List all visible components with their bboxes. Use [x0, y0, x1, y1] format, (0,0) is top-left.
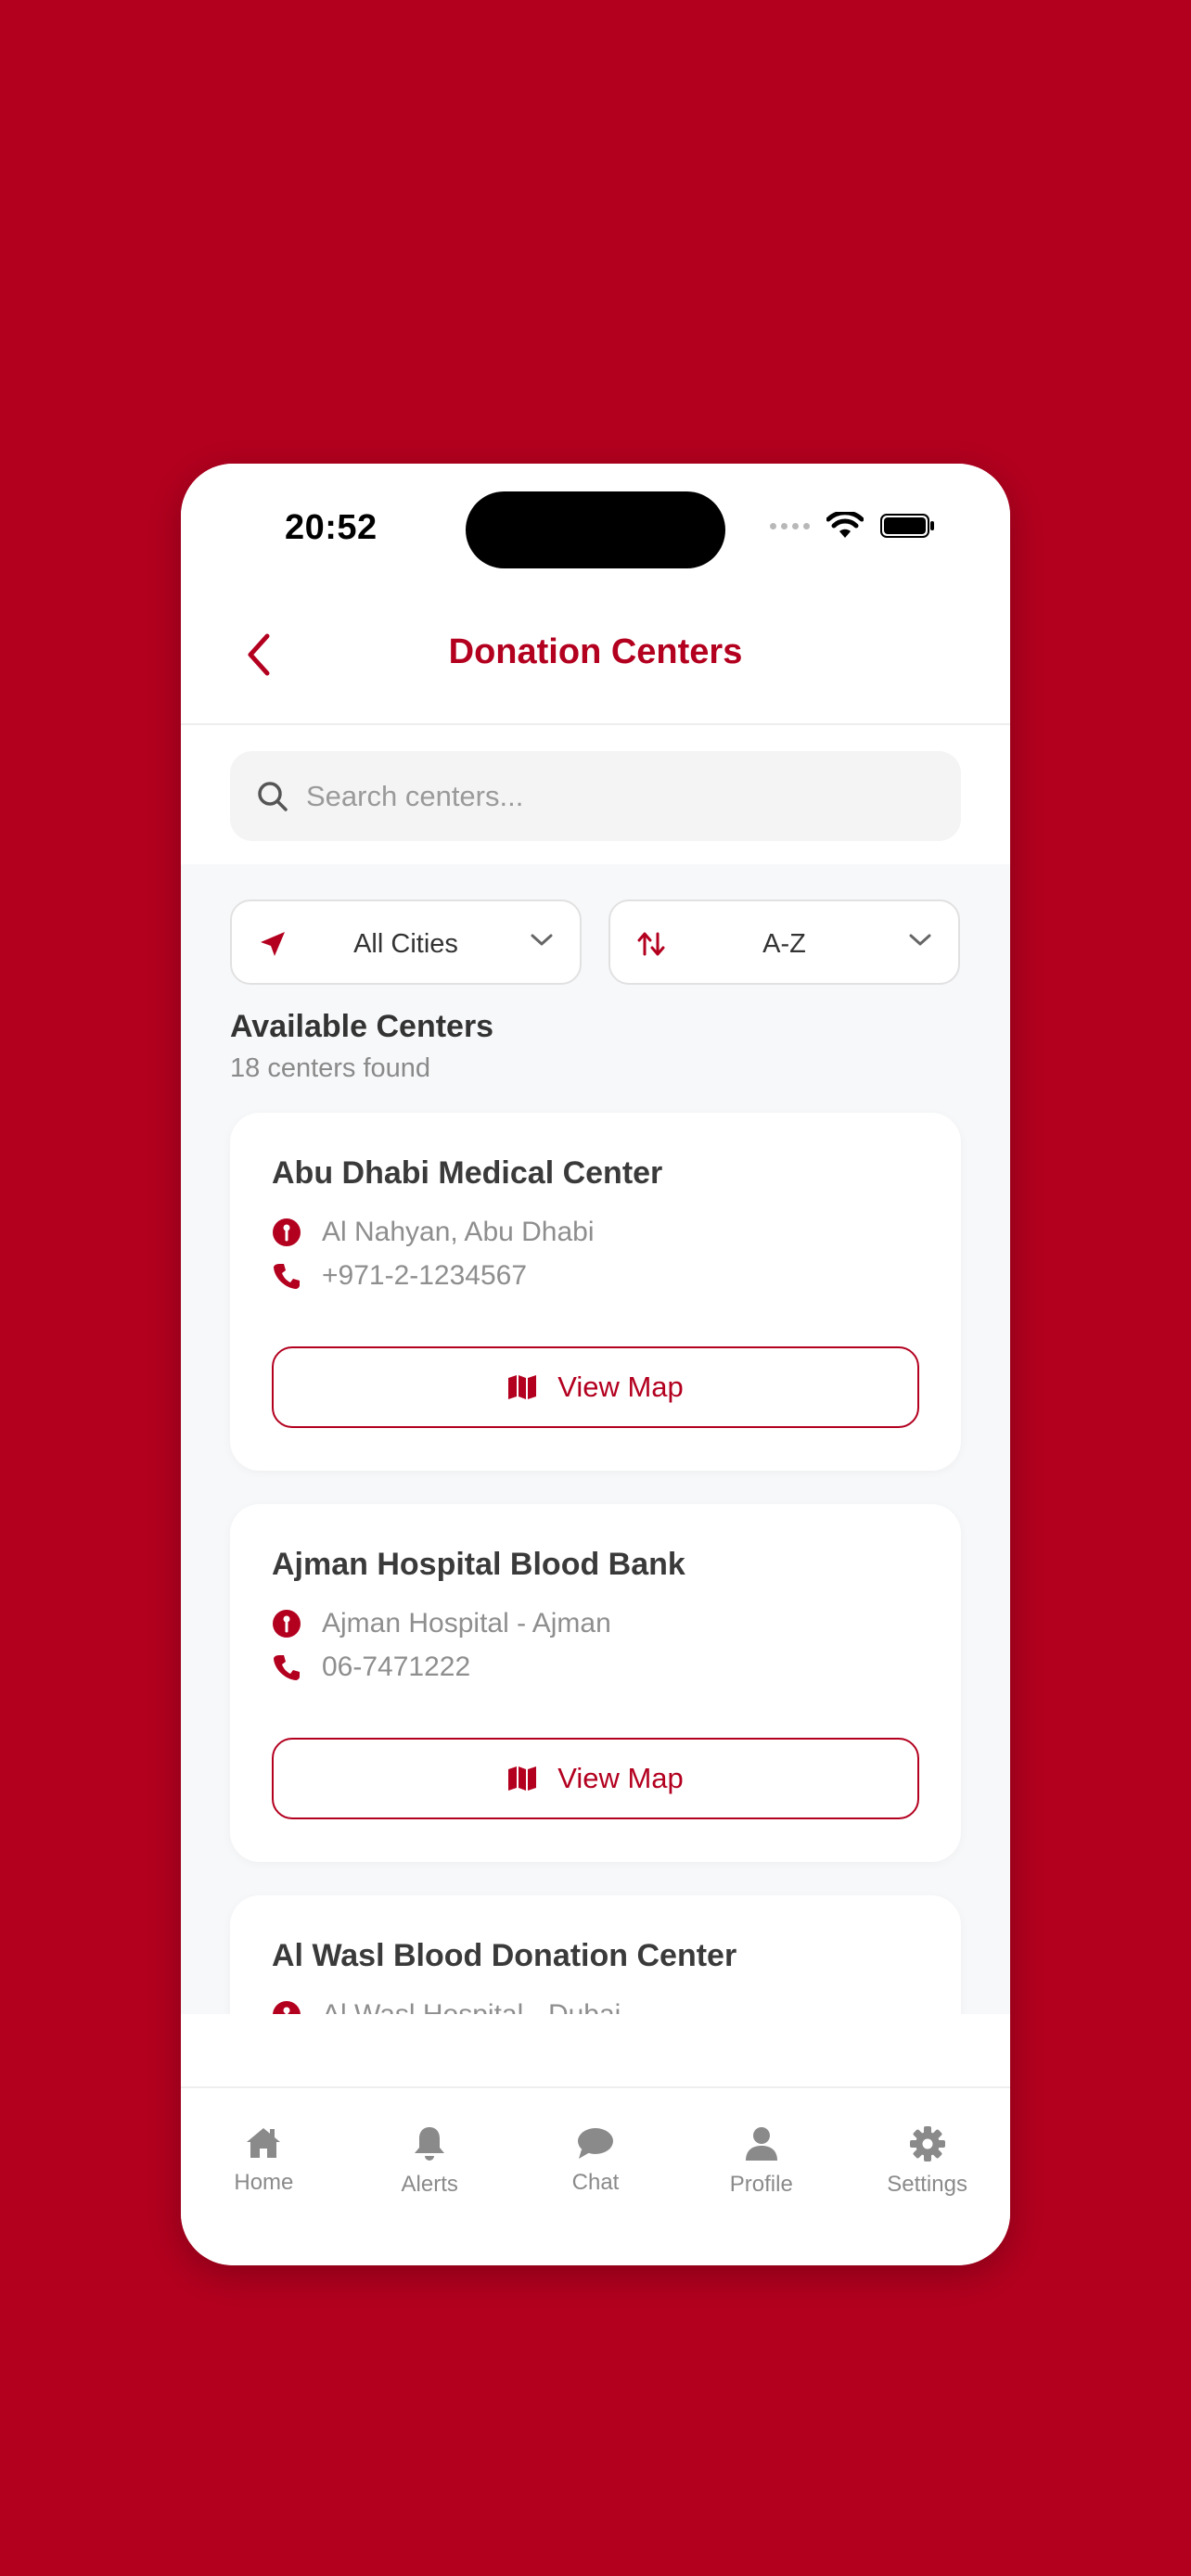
tab-settings-label: Settings [887, 2172, 967, 2197]
map-pin-icon [273, 1610, 301, 1638]
gear-icon [909, 2126, 945, 2162]
home-icon [247, 2128, 281, 2158]
app-header: Donation Centers [181, 588, 1010, 725]
bell-icon [415, 2127, 445, 2161]
center-card: Ajman Hospital Blood Bank Ajman Hospital… [230, 1504, 961, 1862]
chevron-down-icon [531, 934, 553, 946]
search-icon [258, 781, 288, 811]
tab-profile-label: Profile [729, 2172, 793, 2197]
center-name: Al Wasl Blood Donation Center [272, 1938, 737, 1973]
cellular-signal-icon [770, 522, 810, 529]
content-bottom-spacer [181, 2014, 1010, 2086]
page-title: Donation Centers [448, 632, 743, 671]
search-section [181, 725, 1010, 864]
center-card: Al Wasl Blood Donation Center Al Wasl Ho… [230, 1895, 961, 2014]
center-address-row: Ajman Hospital - Ajman [272, 1608, 611, 1639]
city-filter-label: All Cities [353, 929, 458, 959]
center-phone: +971-2-1234567 [322, 1260, 528, 1291]
tab-home[interactable]: Home [181, 2088, 347, 2265]
center-phone-row: +971-2-1234567 [272, 1260, 527, 1292]
center-phone-row: 06-7471222 [272, 1651, 470, 1683]
center-card: Abu Dhabi Medical Center Al Nahyan, Abu … [230, 1113, 961, 1471]
map-pin-icon [273, 2001, 301, 2014]
tab-chat[interactable]: Chat [513, 2088, 679, 2265]
chevron-down-icon [909, 934, 931, 946]
map-pin-icon [273, 1218, 301, 1246]
center-address: Ajman Hospital - Ajman [322, 1608, 611, 1639]
phone-icon [274, 1655, 300, 1680]
view-map-button[interactable]: View Map [272, 1738, 919, 1819]
dynamic-island [466, 491, 725, 568]
center-name: Abu Dhabi Medical Center [272, 1155, 663, 1191]
user-icon [745, 2127, 777, 2161]
city-filter-dropdown[interactable]: All Cities [230, 899, 582, 985]
battery-icon [880, 514, 934, 538]
center-address-row: Al Wasl Hospital - Dubai [272, 1999, 621, 2014]
phone-icon [274, 1264, 300, 1289]
tab-chat-label: Chat [571, 2170, 620, 2195]
tab-alerts[interactable]: Alerts [347, 2088, 513, 2265]
status-time: 20:52 [285, 508, 378, 547]
sort-label: A-Z [762, 929, 806, 959]
center-name: Ajman Hospital Blood Bank [272, 1547, 685, 1582]
sort-dropdown[interactable]: A-Z [608, 899, 960, 985]
bottom-tab-bar: Home Alerts Chat Profile Settings [181, 2086, 1010, 2265]
view-map-label: View Map [557, 1762, 684, 1794]
view-map-label: View Map [557, 1371, 684, 1403]
view-map-button[interactable]: View Map [272, 1346, 919, 1428]
tab-profile[interactable]: Profile [678, 2088, 844, 2265]
chat-icon [577, 2128, 613, 2159]
phone-screen: 20:52 Donation Centers Search centers...… [181, 464, 1010, 2265]
results-count: 18 centers found [230, 1053, 431, 1083]
center-address: Al Nahyan, Abu Dhabi [322, 1217, 595, 1247]
center-address: Al Wasl Hospital - Dubai [322, 1999, 621, 2014]
wifi-icon [826, 512, 864, 538]
tab-settings[interactable]: Settings [844, 2088, 1010, 2265]
tab-home-label: Home [234, 2170, 294, 2195]
search-box[interactable] [230, 751, 961, 841]
status-icons [770, 512, 936, 540]
map-icon [508, 1766, 537, 1791]
search-input[interactable] [306, 779, 937, 813]
center-phone: 06-7471222 [322, 1651, 471, 1682]
map-icon [508, 1375, 537, 1399]
center-address-row: Al Nahyan, Abu Dhabi [272, 1217, 595, 1248]
tab-alerts-label: Alerts [401, 2172, 458, 2197]
content-area: All Cities A-Z Available Centers 18 cent… [181, 864, 1010, 2014]
status-bar: 20:52 [181, 464, 1010, 588]
section-title: Available Centers [230, 1009, 494, 1044]
